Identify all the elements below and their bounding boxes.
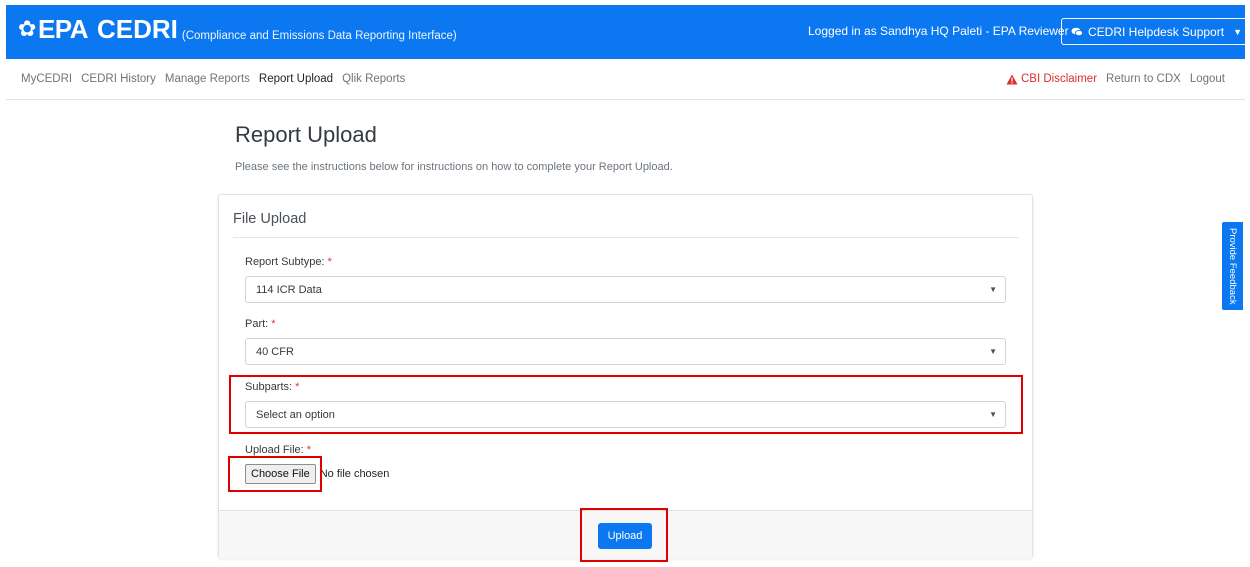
epa-flower-icon: ✿ (18, 16, 36, 41)
report-subtype-select[interactable]: 114 ICR Data ▼ (245, 276, 1006, 303)
helpdesk-label: CEDRI Helpdesk Support (1088, 24, 1225, 39)
file-status: No file chosen (319, 468, 390, 480)
logout-link[interactable]: Logout (1190, 73, 1225, 85)
epa-logo: ✿ EPA (18, 13, 88, 45)
nav-left: MyCEDRI CEDRI History Manage Reports Rep… (21, 73, 405, 85)
cbi-disclaimer-link[interactable]: CBI Disclaimer (1006, 73, 1097, 85)
epa-logo-text: EPA (37, 14, 89, 44)
part-label-text: Part: (245, 318, 269, 330)
report-subtype-label-text: Report Subtype: (245, 256, 325, 268)
subparts-label-text: Subparts: (245, 381, 293, 393)
nav-item-cedri-history[interactable]: CEDRI History (81, 73, 156, 85)
upload-button[interactable]: Upload (598, 523, 652, 549)
page-title: Report Upload (235, 122, 377, 147)
upload-file-label: Upload File: * (245, 444, 311, 456)
part-label: Part: * (245, 318, 276, 330)
cbi-disclaimer-label: CBI Disclaimer (1020, 73, 1098, 85)
nav-item-qlik-reports[interactable]: Qlik Reports (342, 73, 405, 85)
top-header: ✿ EPA CEDRI (Compliance and Emissions Da… (6, 5, 1250, 59)
part-value: 40 CFR (256, 345, 294, 358)
required-mark: * (295, 381, 300, 393)
nav-item-manage-reports[interactable]: Manage Reports (165, 73, 250, 85)
subparts-label: Subparts: * (245, 381, 299, 393)
subparts-select[interactable]: Select an option ▼ (245, 401, 1006, 428)
card-footer: Upload (219, 510, 1032, 558)
dropdown-arrow-icon: ▼ (989, 410, 997, 419)
return-to-cdx-link[interactable]: Return to CDX (1106, 73, 1181, 85)
file-upload-card: File Upload Report Subtype: * 114 ICR Da… (218, 194, 1033, 558)
report-subtype-value: 114 ICR Data (256, 283, 322, 296)
dropdown-arrow-icon: ▼ (989, 347, 997, 356)
required-mark: * (327, 256, 332, 268)
file-input: Choose File No file chosen (245, 464, 389, 484)
brand[interactable]: ✿ EPA CEDRI (Compliance and Emissions Da… (18, 13, 457, 45)
helpdesk-support-button[interactable]: CEDRI Helpdesk Support ▼ (1061, 18, 1250, 45)
logged-in-text: Logged in as Sandhya HQ Paleti - EPA Rev… (808, 24, 1069, 38)
report-subtype-label: Report Subtype: * (245, 256, 332, 268)
chat-icon (1071, 27, 1083, 36)
page: ✿ EPA CEDRI (Compliance and Emissions Da… (0, 0, 1250, 567)
card-title: File Upload (233, 211, 307, 227)
card-divider (233, 237, 1019, 238)
main-nav: MyCEDRI CEDRI History Manage Reports Rep… (6, 60, 1245, 100)
part-select[interactable]: 40 CFR ▼ (245, 338, 1006, 365)
upload-file-label-text: Upload File: (245, 444, 304, 456)
required-mark: * (271, 318, 276, 330)
app-subtitle: (Compliance and Emissions Data Reporting… (181, 30, 457, 42)
choose-file-button[interactable]: Choose File (245, 464, 316, 484)
subparts-value: Select an option (256, 408, 335, 421)
nav-item-report-upload[interactable]: Report Upload (259, 73, 333, 85)
page-instructions: Please see the instructions below for in… (235, 161, 673, 173)
app-name: CEDRI (96, 14, 178, 44)
nav-item-mycedri[interactable]: MyCEDRI (21, 73, 72, 85)
caret-down-icon: ▼ (1233, 26, 1242, 37)
required-mark: * (306, 444, 312, 456)
warning-icon (1006, 74, 1018, 84)
nav-right: CBI Disclaimer Return to CDX Logout (1006, 73, 1225, 85)
dropdown-arrow-icon: ▼ (989, 285, 997, 294)
provide-feedback-tab[interactable]: Provide Feedback (1222, 222, 1243, 310)
